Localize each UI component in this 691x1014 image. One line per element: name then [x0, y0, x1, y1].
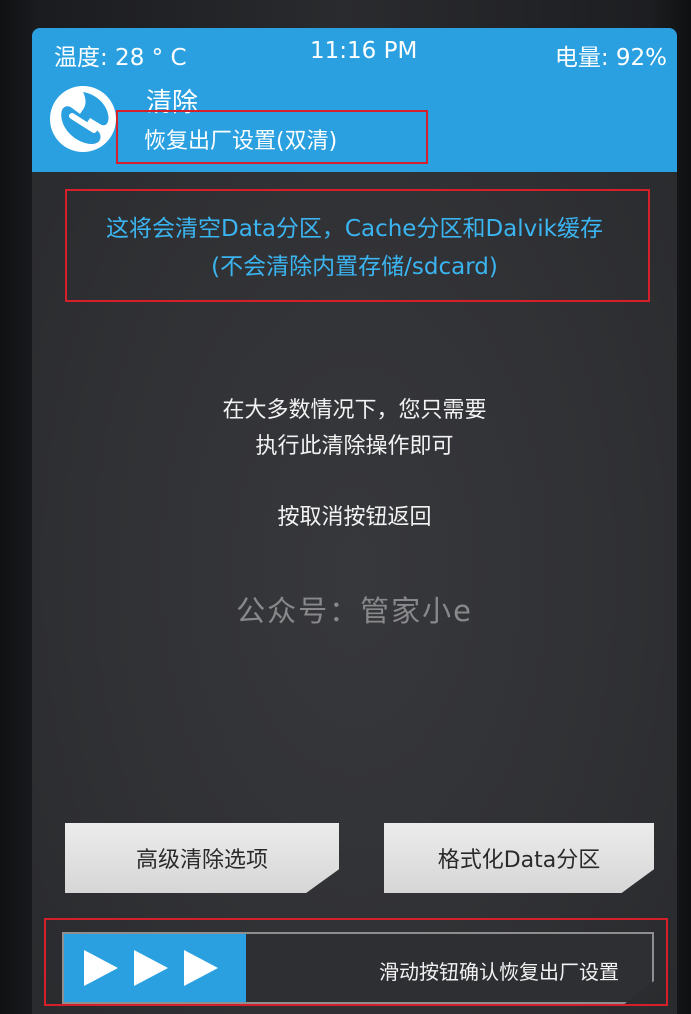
- recovery-screen: 温度: 28 ° C 11:16 PM 电量: 92% 清除 恢复出厂设置(双清…: [32, 28, 677, 1014]
- advanced-wipe-label: 高级清除选项: [135, 848, 268, 873]
- info-line-2: 执行此清除操作即可: [255, 434, 454, 459]
- info-line-1: 在大多数情况下，您只需要: [222, 398, 487, 423]
- twrp-logo-icon: [50, 86, 116, 152]
- cancel-hint: 按取消按钮返回: [277, 505, 432, 530]
- clock: 11:16 PM: [310, 38, 418, 64]
- advanced-wipe-button[interactable]: 高级清除选项: [65, 823, 339, 893]
- format-data-button[interactable]: 格式化Data分区: [384, 823, 654, 893]
- highlight-box-warning: [65, 189, 650, 302]
- battery-readout: 电量: 92%: [554, 45, 667, 71]
- temperature-readout: 温度: 28 ° C: [54, 45, 187, 71]
- highlight-box-slider: [44, 918, 668, 1006]
- format-data-label: 格式化Data分区: [437, 848, 601, 873]
- status-bar: 温度: 28 ° C 11:16 PM 电量: 92%: [32, 28, 677, 78]
- watermark: 公众号：管家小e: [236, 594, 473, 628]
- highlight-box-subtitle: [116, 110, 428, 164]
